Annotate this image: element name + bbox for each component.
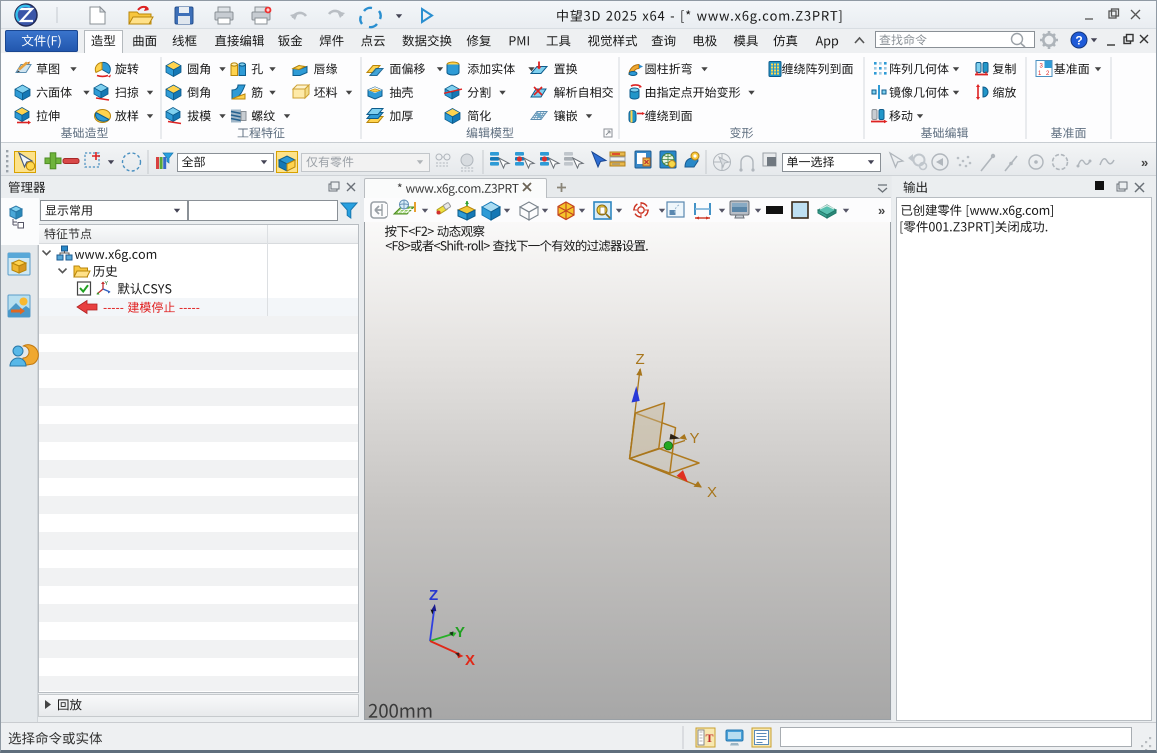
svg-text:T: T (706, 731, 714, 745)
svg-text:»: » (1141, 155, 1148, 170)
svg-text:Z: Z (429, 587, 438, 604)
svg-text:Z: Z (636, 351, 645, 368)
svg-text:X: X (465, 652, 475, 669)
svg-text:X: X (707, 484, 717, 501)
svg-text:?: ? (1075, 34, 1082, 48)
svg-text:Y: Y (690, 430, 700, 447)
svg-text:Y: Y (455, 624, 465, 641)
svg-text:»: » (878, 203, 885, 218)
svg-text:Y: Y (105, 281, 109, 287)
